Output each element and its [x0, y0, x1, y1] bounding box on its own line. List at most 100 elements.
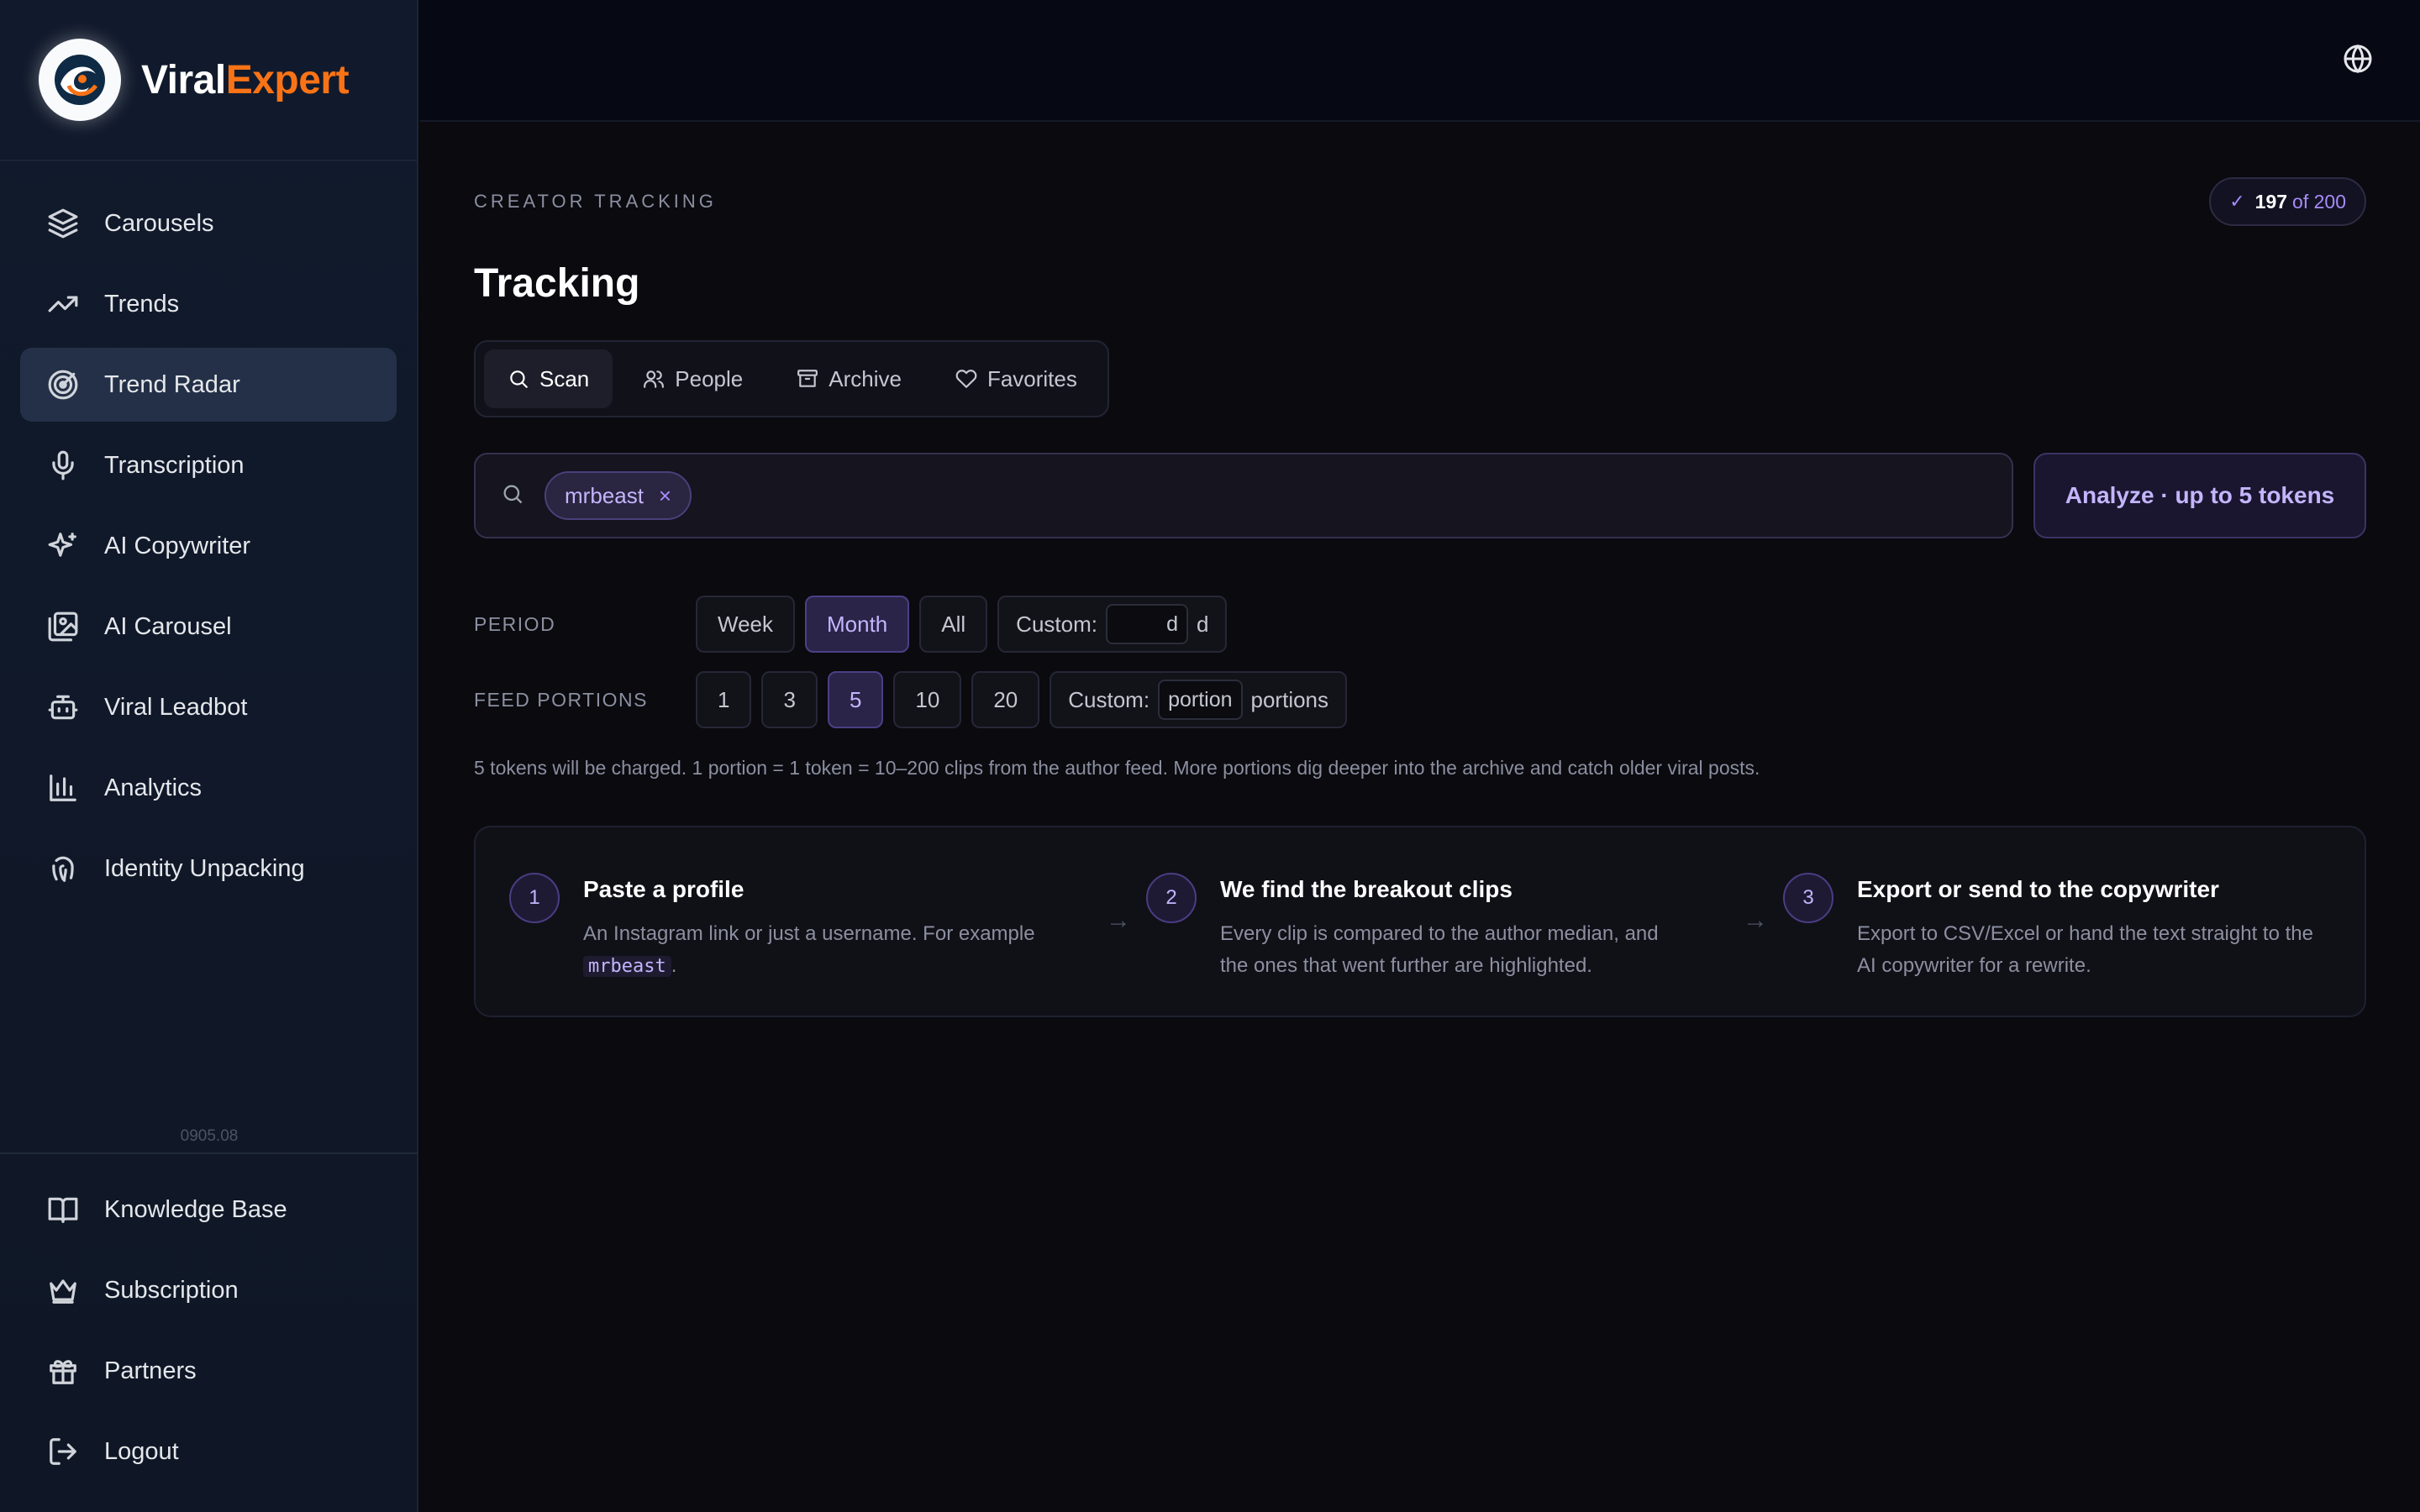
- layers-icon: [45, 206, 81, 241]
- sidebar-item-partners[interactable]: Partners: [20, 1334, 398, 1408]
- step-desc-end: .: [671, 954, 677, 977]
- quota-current: 197: [2254, 190, 2288, 213]
- period-custom-unit: d: [1196, 611, 1209, 637]
- sidebar-item-label: Subscription: [104, 1276, 239, 1304]
- brand[interactable]: ViralExpert: [0, 0, 417, 161]
- tab-label: Archive: [829, 365, 902, 391]
- step-1: 1 Paste a profile An Instagram link or j…: [509, 873, 1091, 983]
- book-icon: [45, 1192, 81, 1227]
- sidebar-item-label: AI Carousel: [104, 612, 232, 640]
- portion-option-10[interactable]: 10: [893, 671, 962, 728]
- period-option-all[interactable]: All: [919, 596, 988, 653]
- sidebar-item-trends[interactable]: Trends: [20, 267, 397, 341]
- how-it-works-steps: 1 Paste a profile An Instagram link or j…: [474, 826, 2366, 1017]
- sidebar-item-label: Identity Unpacking: [104, 854, 305, 882]
- bar-chart-icon: [45, 770, 81, 806]
- portions-custom: Custom: portion portions: [1050, 671, 1348, 728]
- period-custom-label: Custom:: [1016, 611, 1097, 637]
- tab-scan[interactable]: Scan: [484, 349, 613, 408]
- tab-archive[interactable]: Archive: [773, 349, 925, 408]
- heart-icon: [955, 370, 977, 388]
- step-2: 2 We find the breakout clips Every clip …: [1146, 873, 1728, 982]
- portion-option-3[interactable]: 3: [761, 671, 818, 728]
- tab-people[interactable]: People: [619, 349, 766, 408]
- sidebar: ViralExpert Carousels Trends Trend Radar…: [0, 0, 418, 1512]
- profile-chip-label: mrbeast: [565, 482, 644, 508]
- users-icon: [644, 370, 665, 388]
- portion-option-1[interactable]: 1: [696, 671, 752, 728]
- token-quota-badge: ✓ 197 of 200: [2209, 177, 2366, 226]
- sidebar-item-transcription[interactable]: Transcription: [20, 428, 397, 502]
- portion-option-5[interactable]: 5: [827, 671, 884, 728]
- token-charge-note: 5 tokens will be charged. 1 portion = 1 …: [474, 757, 1760, 779]
- brand-name-part2: Expert: [225, 57, 350, 102]
- step-title: We find the breakout clips: [1220, 876, 1512, 902]
- logout-icon: [45, 1434, 81, 1469]
- arrow-right-icon: →: [1106, 906, 1131, 934]
- step-desc-text: An Instagram link or just a username. Fo…: [583, 922, 1035, 945]
- period-custom-input[interactable]: d: [1105, 604, 1188, 644]
- sidebar-item-label: Trends: [104, 290, 180, 318]
- period-option-week[interactable]: Week: [696, 596, 795, 653]
- sidebar-item-label: Carousels: [104, 209, 214, 237]
- sidebar-item-subscription[interactable]: Subscription: [20, 1253, 398, 1327]
- period-custom: Custom: d d: [997, 596, 1228, 653]
- sidebar-item-trend-radar[interactable]: Trend Radar: [20, 348, 397, 422]
- sidebar-item-ai-copywriter[interactable]: AI Copywriter: [20, 509, 397, 583]
- topbar: [420, 0, 2420, 122]
- profile-search-input[interactable]: mrbeast ×: [474, 453, 2013, 538]
- sidebar-item-identity-unpacking[interactable]: Identity Unpacking: [20, 832, 397, 906]
- crown-icon: [45, 1273, 81, 1308]
- sidebar-item-label: Analytics: [104, 774, 203, 801]
- portions-label: FEED PORTIONS: [474, 688, 648, 711]
- step-number: 1: [509, 873, 560, 923]
- example-username: mrbeast: [583, 956, 671, 977]
- tab-label: Favorites: [986, 365, 1077, 391]
- tab-label: Scan: [539, 365, 590, 391]
- trending-up-icon: [45, 286, 81, 322]
- arrow-right-icon: →: [1743, 906, 1768, 934]
- sidebar-item-label: Transcription: [104, 451, 245, 479]
- brand-logo-icon: [39, 39, 121, 121]
- sidebar-divider: [0, 1152, 418, 1154]
- sidebar-item-viral-leadbot[interactable]: Viral Leadbot: [20, 670, 397, 744]
- search-icon: [510, 370, 528, 388]
- portions-row: FEED PORTIONS 1 3 5 10 20 Custom: portio…: [474, 671, 1357, 728]
- sidebar-item-analytics[interactable]: Analytics: [20, 751, 397, 825]
- period-label: PERIOD: [474, 612, 556, 635]
- sidebar-item-label: Partners: [104, 1357, 197, 1384]
- analyze-button[interactable]: Analyze · up to 5 tokens: [2033, 453, 2366, 538]
- period-option-month[interactable]: Month: [805, 596, 910, 653]
- sidebar-item-logout[interactable]: Logout: [20, 1415, 398, 1488]
- section-eyebrow: CREATOR TRACKING: [474, 191, 717, 212]
- portions-custom-unit: portions: [1250, 686, 1329, 712]
- image-gallery-icon: [45, 609, 81, 644]
- archive-icon: [797, 370, 818, 387]
- step-number: 2: [1146, 873, 1197, 923]
- sidebar-bottom-nav: Knowledge Base Subscription Partners Log…: [0, 1173, 418, 1495]
- close-icon[interactable]: ×: [659, 483, 671, 509]
- app-version: 0905.08: [180, 1127, 239, 1145]
- check-icon: ✓: [2229, 191, 2245, 212]
- portions-custom-label: Custom:: [1068, 686, 1150, 712]
- profile-chip: mrbeast ×: [544, 471, 692, 520]
- portion-option-20[interactable]: 20: [971, 671, 1040, 728]
- period-row: PERIOD Week Month All Custom: d d: [474, 596, 1237, 653]
- step-title: Export or send to the copywriter: [1857, 876, 2219, 902]
- portions-custom-input[interactable]: portion: [1158, 680, 1243, 720]
- globe-icon[interactable]: [2343, 44, 2376, 77]
- tab-bar: Scan People Archive Favorites: [474, 340, 1109, 417]
- fingerprint-icon: [45, 851, 81, 886]
- sparkles-icon: [45, 528, 81, 564]
- bot-icon: [45, 690, 81, 725]
- sidebar-item-label: AI Copywriter: [104, 532, 251, 559]
- sidebar-item-ai-carousel[interactable]: AI Carousel: [20, 590, 397, 664]
- tab-favorites[interactable]: Favorites: [932, 349, 1101, 408]
- sidebar-item-label: Trend Radar: [104, 370, 240, 398]
- brand-name-part1: Viral: [141, 57, 226, 102]
- search-icon: [501, 482, 524, 510]
- sidebar-item-knowledge-base[interactable]: Knowledge Base: [20, 1173, 398, 1247]
- sidebar-item-label: Viral Leadbot: [104, 693, 248, 721]
- sidebar-item-carousels[interactable]: Carousels: [20, 186, 397, 260]
- microphone-icon: [45, 448, 81, 483]
